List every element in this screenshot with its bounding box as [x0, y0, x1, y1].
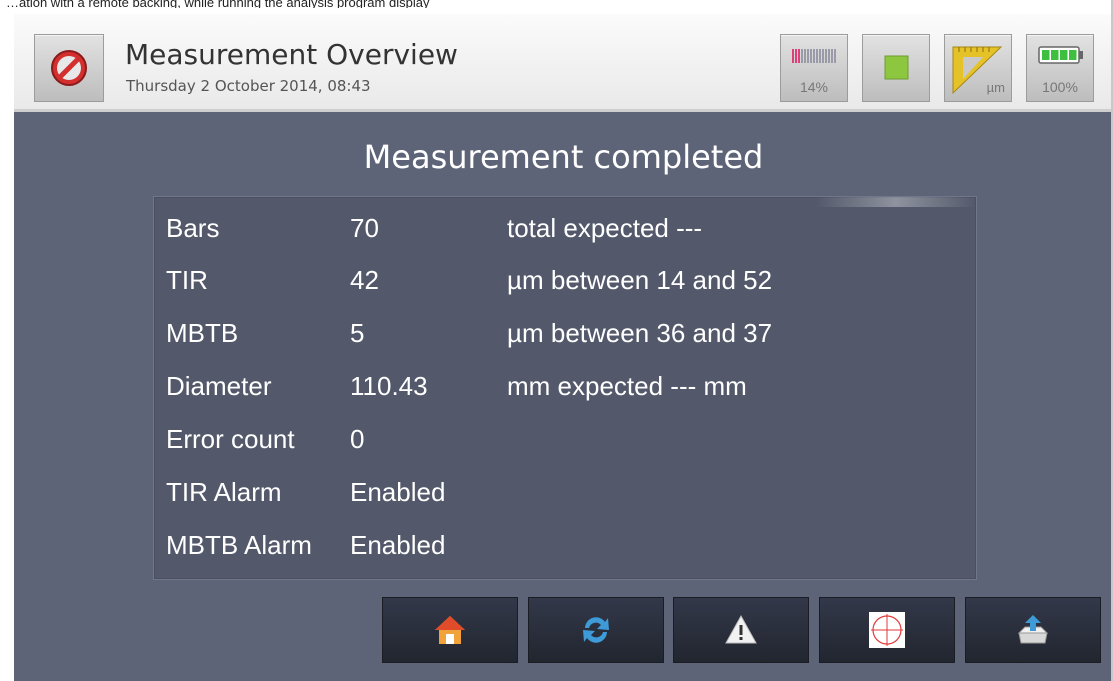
- row-value: 0: [350, 424, 365, 454]
- results-panel: Bars 70 total expected --- TIR 42 µm bet…: [153, 196, 977, 580]
- stop-icon: [884, 55, 909, 80]
- cancel-icon: [51, 50, 87, 86]
- result-row-tir-alarm: TIR Alarm Enabled: [154, 477, 976, 521]
- signal-bars-icon: [792, 49, 836, 63]
- unit-tile[interactable]: µm: [944, 34, 1012, 102]
- row-value: Enabled: [350, 477, 446, 507]
- datetime-label: Thursday 2 October 2014, 08:43: [126, 77, 371, 95]
- result-row-tir: TIR 42 µm between 14 and 52: [154, 265, 976, 309]
- signal-label: 14%: [799, 79, 829, 95]
- unit-label: µm: [986, 80, 1005, 95]
- row-value: Enabled: [350, 530, 446, 560]
- header-bar: Measurement Overview Thursday 2 October …: [14, 14, 1113, 112]
- target-icon: [869, 612, 905, 648]
- row-label: Bars: [166, 213, 220, 243]
- warning-icon: [725, 614, 757, 644]
- row-detail: µm between 36 and 37: [507, 318, 773, 348]
- target-button[interactable]: [819, 597, 955, 663]
- row-value: 70: [350, 213, 379, 243]
- result-row-bars: Bars 70 total expected ---: [154, 213, 976, 257]
- home-button[interactable]: [382, 597, 518, 663]
- page-title: Measurement Overview: [125, 38, 458, 71]
- row-detail: µm between 14 and 52: [507, 265, 773, 295]
- result-row-error-count: Error count 0: [154, 424, 976, 468]
- save-icon: [1017, 615, 1049, 644]
- row-detail: total expected ---: [507, 213, 703, 243]
- battery-label: 100%: [1042, 79, 1078, 95]
- warning-button[interactable]: [673, 597, 809, 663]
- cancel-button[interactable]: [34, 34, 104, 102]
- row-label: TIR Alarm: [166, 477, 282, 507]
- row-label: Error count: [166, 424, 295, 454]
- row-label: MBTB: [166, 318, 239, 348]
- caption-fragment: …ation with a remote backing, while runn…: [6, 0, 430, 8]
- row-label: Diameter: [166, 371, 272, 401]
- home-icon: [435, 616, 465, 644]
- row-value: 42: [350, 265, 379, 295]
- bottom-nav: [14, 597, 1113, 681]
- refresh-button[interactable]: [528, 597, 664, 663]
- row-label: MBTB Alarm: [166, 530, 312, 560]
- row-label: TIR: [166, 265, 208, 295]
- signal-tile[interactable]: 14%: [780, 34, 848, 102]
- save-button[interactable]: [965, 597, 1101, 663]
- result-row-mbtb: MBTB 5 µm between 36 and 37: [154, 318, 976, 362]
- refresh-icon: [583, 617, 609, 643]
- row-detail: mm expected --- mm: [507, 371, 747, 401]
- row-value: 110.43: [350, 371, 428, 401]
- status-heading: Measurement completed: [363, 138, 764, 176]
- row-value: 5: [350, 318, 365, 348]
- result-row-mbtb-alarm: MBTB Alarm Enabled: [154, 530, 976, 574]
- result-row-diameter: Diameter 110.43 mm expected --- mm: [154, 371, 976, 415]
- app-screen: Measurement Overview Thursday 2 October …: [14, 14, 1113, 681]
- battery-icon: [1038, 46, 1083, 64]
- battery-tile[interactable]: 100%: [1026, 34, 1094, 102]
- stop-tile[interactable]: [862, 34, 930, 102]
